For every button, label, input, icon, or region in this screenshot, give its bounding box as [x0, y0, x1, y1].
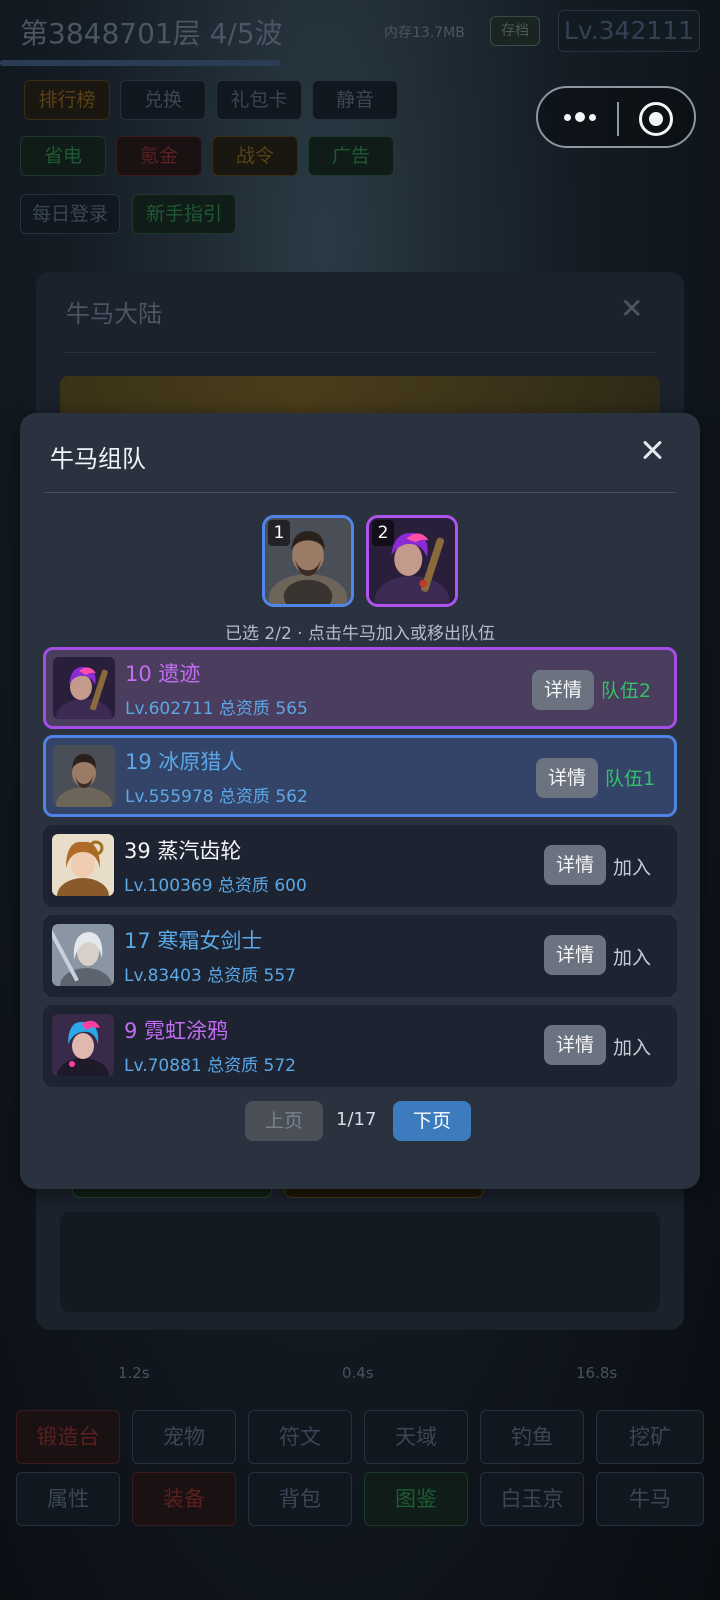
member-stats: Lv.100369 总资质 600	[124, 876, 307, 896]
niuma-button[interactable]: 牛马	[596, 1472, 704, 1526]
team-member-row[interactable]: 9 霓虹涂鸦 Lv.70881 总资质 572 详情 加入	[43, 1005, 677, 1087]
avatar	[52, 834, 114, 896]
save-button[interactable]: 存档	[490, 16, 540, 46]
continent-panel-footer	[60, 1212, 660, 1312]
member-stats: Lv.602711 总资质 565	[125, 699, 308, 719]
team-modal: 牛马组队 1 2 已选 2/2 · 点击牛马加入或移出队伍 10 遗迹 Lv.6…	[20, 413, 700, 1189]
fishing-button[interactable]: 钓鱼	[480, 1410, 584, 1464]
member-stats: Lv.83403 总资质 557	[124, 966, 296, 986]
hunter-portrait-icon	[53, 745, 115, 807]
timer-3: 16.8s	[576, 1364, 618, 1382]
neon-graffiti-portrait-icon	[52, 1014, 114, 1076]
bag-button[interactable]: 背包	[248, 1472, 352, 1526]
member-name: 10 遗迹	[125, 662, 201, 686]
close-target-icon[interactable]	[639, 102, 673, 136]
team-slot-1[interactable]: 1	[262, 515, 354, 607]
avatar	[52, 1014, 114, 1076]
selection-hint: 已选 2/2 · 点击牛马加入或移出队伍	[225, 624, 495, 644]
floor-wave-title: 第3848701层 4/5波	[20, 17, 283, 50]
power-save-button[interactable]: 省电	[20, 136, 106, 176]
close-icon[interactable]	[638, 435, 668, 465]
exchange-button[interactable]: 兑换	[120, 80, 206, 120]
member-name: 19 冰原猎人	[125, 750, 243, 774]
member-stats: Lv.70881 总资质 572	[124, 1056, 296, 1076]
join-button[interactable]: 加入	[613, 853, 651, 880]
team-member-row[interactable]: 19 冰原猎人 Lv.555978 总资质 562 详情 队伍1	[43, 735, 677, 817]
newbie-guide-button[interactable]: 新手指引	[132, 194, 236, 234]
detail-button[interactable]: 详情	[544, 845, 606, 885]
divider	[64, 352, 656, 353]
miniprogram-capsule	[536, 86, 696, 148]
team-status[interactable]: 队伍2	[601, 676, 651, 703]
team-member-row[interactable]: 17 寒霜女剑士 Lv.83403 总资质 557 详情 加入	[43, 915, 677, 997]
frost-swordswoman-portrait-icon	[52, 924, 114, 986]
steampunk-portrait-icon	[52, 834, 114, 896]
forge-button[interactable]: 锻造台	[16, 1410, 120, 1464]
recharge-button[interactable]: 氪金	[116, 136, 202, 176]
daily-login-button[interactable]: 每日登录	[20, 194, 120, 234]
detail-button[interactable]: 详情	[544, 935, 606, 975]
team-member-row[interactable]: 10 遗迹 Lv.602711 总资质 565 详情 队伍2	[43, 647, 677, 729]
leaderboard-button[interactable]: 排行榜	[24, 80, 110, 120]
modal-title: 牛马组队	[50, 445, 146, 473]
player-level: Lv.342111	[558, 10, 700, 52]
avatar	[52, 924, 114, 986]
avatar	[53, 745, 115, 807]
capsule-divider	[617, 102, 619, 136]
memory-readout: 内存13.7MB	[384, 25, 465, 41]
continent-close-icon[interactable]: ✕	[620, 292, 643, 325]
mute-button[interactable]: 静音	[312, 80, 398, 120]
slot-number: 1	[268, 520, 290, 546]
member-name: 39 蒸汽齿轮	[124, 839, 242, 863]
join-button[interactable]: 加入	[613, 943, 651, 970]
sky-domain-button[interactable]: 天域	[364, 1410, 468, 1464]
member-name: 17 寒霜女剑士	[124, 929, 263, 953]
timer-1: 1.2s	[118, 1364, 150, 1382]
equipment-button[interactable]: 装备	[132, 1472, 236, 1526]
page-indicator: 1/17	[336, 1109, 377, 1130]
neon-warrior-portrait-icon	[53, 657, 115, 719]
detail-button[interactable]: 详情	[536, 758, 598, 798]
wave-progress-bar	[0, 60, 280, 66]
timer-2: 0.4s	[342, 1364, 374, 1382]
team-slot-2[interactable]: 2	[366, 515, 458, 607]
battle-pass-button[interactable]: 战令	[212, 136, 298, 176]
divider	[44, 492, 676, 493]
join-button[interactable]: 加入	[613, 1033, 651, 1060]
avatar	[53, 657, 115, 719]
member-stats: Lv.555978 总资质 562	[125, 787, 308, 807]
gift-card-button[interactable]: 礼包卡	[216, 80, 302, 120]
ad-button[interactable]: 广告	[308, 136, 394, 176]
team-member-row[interactable]: 39 蒸汽齿轮 Lv.100369 总资质 600 详情 加入	[43, 825, 677, 907]
mining-button[interactable]: 挖矿	[596, 1410, 704, 1464]
detail-button[interactable]: 详情	[532, 670, 594, 710]
prev-page-button[interactable]: 上页	[245, 1101, 323, 1141]
more-icon[interactable]	[560, 108, 604, 128]
continent-panel-title: 牛马大陆	[66, 300, 162, 328]
white-jade-city-button[interactable]: 白玉京	[480, 1472, 584, 1526]
member-name: 9 霓虹涂鸦	[124, 1019, 229, 1043]
rune-button[interactable]: 符文	[248, 1410, 352, 1464]
next-page-button[interactable]: 下页	[393, 1101, 471, 1141]
codex-button[interactable]: 图鉴	[364, 1472, 468, 1526]
pet-button[interactable]: 宠物	[132, 1410, 236, 1464]
slot-number: 2	[372, 520, 394, 546]
detail-button[interactable]: 详情	[544, 1025, 606, 1065]
attributes-button[interactable]: 属性	[16, 1472, 120, 1526]
team-status[interactable]: 队伍1	[605, 764, 655, 791]
